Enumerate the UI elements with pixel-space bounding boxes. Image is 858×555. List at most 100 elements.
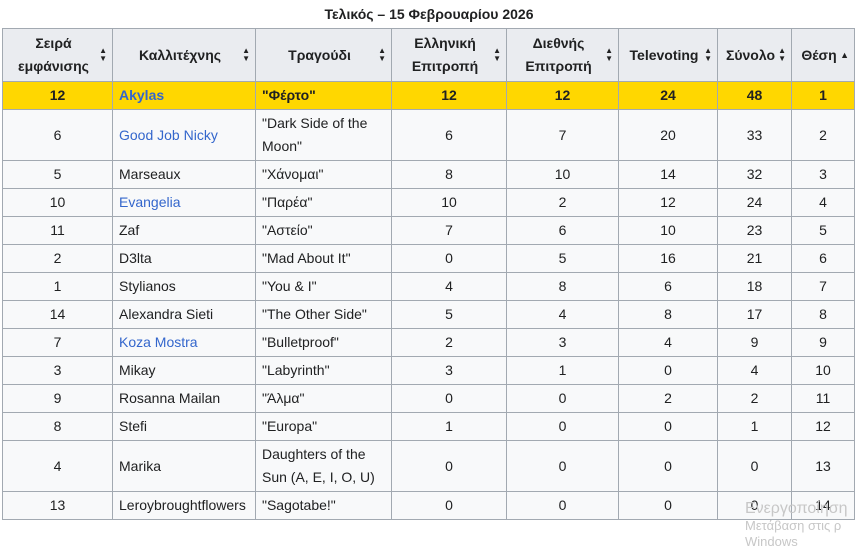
table-row: 8 Stefi "Europa" 1 0 0 1 12 xyxy=(2,412,855,441)
cell-televoting: 24 xyxy=(618,81,718,110)
cell-international-jury: 6 xyxy=(506,216,619,245)
cell-greek-jury: 2 xyxy=(391,328,507,357)
cell-song: "Φέρτο" xyxy=(255,81,392,110)
sort-icon[interactable]: ▲ ▼ xyxy=(704,47,712,63)
sort-icon[interactable]: ▲ ▼ xyxy=(778,47,786,63)
cell-place: 2 xyxy=(791,109,855,161)
cell-international-jury: 0 xyxy=(506,412,619,441)
table-row: 14 Alexandra Sieti "The Other Side" 5 4 8 17 8 xyxy=(2,300,855,329)
cell-total: 18 xyxy=(717,272,792,301)
cell-place: 11 xyxy=(791,384,855,413)
cell-greek-jury: 12 xyxy=(391,81,507,110)
table-body: 12 Akylas "Φέρτο" 12 12 24 48 1 6 Good Job Nicky "… xyxy=(2,81,855,520)
cell-international-jury: 1 xyxy=(506,356,619,385)
table-row: 1 Stylianos "You & I" 4 8 6 18 7 xyxy=(2,272,855,301)
column-header-order[interactable]: Σειρά εμφάνισης ▲ ▼ xyxy=(2,28,113,82)
cell-international-jury: 7 xyxy=(506,109,619,161)
cell-greek-jury: 0 xyxy=(391,440,507,492)
cell-international-jury: 10 xyxy=(506,160,619,189)
cell-televoting: 4 xyxy=(618,328,718,357)
cell-televoting: 8 xyxy=(618,300,718,329)
cell-artist: Alexandra Sieti xyxy=(112,300,256,329)
column-header-international-jury[interactable]: Διεθνής Επιτροπή ▲ ▼ xyxy=(506,28,619,82)
column-header-label: Διεθνής Επιτροπή xyxy=(525,35,592,74)
column-header-label: Καλλιτέχνης xyxy=(138,46,222,63)
cell-artist: Leroybroughtflowers xyxy=(112,491,256,520)
cell-order: 10 xyxy=(2,188,113,217)
sort-icon[interactable]: ▲ ▼ xyxy=(605,47,613,63)
windows-activation-watermark: Ενεργοποίηση Μετάβαση στις ρ Windows xyxy=(745,500,848,550)
cell-place: 6 xyxy=(791,244,855,273)
results-table: Σειρά εμφάνισης ▲ ▼ Καλλιτέχνης ▲ ▼ Τραγούδι ▲ ▼… xyxy=(2,28,855,520)
cell-televoting: 0 xyxy=(618,440,718,492)
sort-icon[interactable]: ▲ ▼ xyxy=(493,47,501,63)
artist-link[interactable]: Good Job Nicky xyxy=(119,127,218,143)
cell-international-jury: 0 xyxy=(506,384,619,413)
cell-total: 17 xyxy=(717,300,792,329)
cell-song: "Mad About It" xyxy=(255,244,392,273)
table-row: 11 Zaf "Αστείο" 7 6 10 23 5 xyxy=(2,216,855,245)
cell-artist: Zaf xyxy=(112,216,256,245)
cell-total: 2 xyxy=(717,384,792,413)
column-header-artist[interactable]: Καλλιτέχνης ▲ ▼ xyxy=(112,28,256,82)
cell-artist: Marseaux xyxy=(112,160,256,189)
cell-place: 4 xyxy=(791,188,855,217)
cell-order: 7 xyxy=(2,328,113,357)
column-header-place[interactable]: Θέση ▲ xyxy=(791,28,855,82)
cell-song: "Παρέα" xyxy=(255,188,392,217)
cell-artist: Stefi xyxy=(112,412,256,441)
cell-artist: Koza Mostra xyxy=(112,328,256,357)
cell-song: "Labyrinth" xyxy=(255,356,392,385)
column-header-televoting[interactable]: Televoting ▲ ▼ xyxy=(618,28,718,82)
cell-order: 1 xyxy=(2,272,113,301)
cell-international-jury: 4 xyxy=(506,300,619,329)
cell-international-jury: 12 xyxy=(506,81,619,110)
cell-greek-jury: 8 xyxy=(391,160,507,189)
cell-international-jury: 5 xyxy=(506,244,619,273)
table-row: 9 Rosanna Mailan "Άλμα" 0 0 2 2 11 xyxy=(2,384,855,413)
cell-greek-jury: 0 xyxy=(391,491,507,520)
sort-icon[interactable]: ▲ ▼ xyxy=(99,47,107,63)
column-header-total[interactable]: Σύνολο ▲ ▼ xyxy=(717,28,792,82)
cell-artist: Stylianos xyxy=(112,272,256,301)
cell-artist: Akylas xyxy=(112,81,256,110)
cell-greek-jury: 7 xyxy=(391,216,507,245)
cell-place: 13 xyxy=(791,440,855,492)
cell-greek-jury: 6 xyxy=(391,109,507,161)
column-header-label: Ελληνική Επιτροπή xyxy=(411,35,479,74)
watermark-line-1: Ενεργοποίηση xyxy=(745,500,848,517)
cell-greek-jury: 10 xyxy=(391,188,507,217)
cell-order: 14 xyxy=(2,300,113,329)
cell-song: Daughters of the Sun (A, E, I, O, U) xyxy=(255,440,392,492)
cell-televoting: 20 xyxy=(618,109,718,161)
column-header-label: Σύνολο xyxy=(725,46,776,63)
artist-link[interactable]: Evangelia xyxy=(119,194,181,210)
cell-song: "Sagotabe!" xyxy=(255,491,392,520)
cell-international-jury: 0 xyxy=(506,491,619,520)
cell-song: "Dark Side of the Moon" xyxy=(255,109,392,161)
cell-order: 13 xyxy=(2,491,113,520)
column-header-song[interactable]: Τραγούδι ▲ ▼ xyxy=(255,28,392,82)
cell-total: 4 xyxy=(717,356,792,385)
table-row-winner: 12 Akylas "Φέρτο" 12 12 24 48 1 xyxy=(2,81,855,110)
cell-song: "The Other Side" xyxy=(255,300,392,329)
artist-link[interactable]: Koza Mostra xyxy=(119,334,198,350)
cell-total: 1 xyxy=(717,412,792,441)
sort-icon[interactable]: ▲ ▼ xyxy=(378,47,386,63)
sort-icon[interactable]: ▲ ▼ xyxy=(242,47,250,63)
column-header-greek-jury[interactable]: Ελληνική Επιτροπή ▲ ▼ xyxy=(391,28,507,82)
sort-ascending-icon[interactable]: ▲ xyxy=(840,51,849,60)
cell-order: 8 xyxy=(2,412,113,441)
artist-link[interactable]: Akylas xyxy=(119,87,164,103)
cell-order: 12 xyxy=(2,81,113,110)
watermark-line-3: Windows xyxy=(745,534,798,549)
cell-televoting: 16 xyxy=(618,244,718,273)
cell-greek-jury: 1 xyxy=(391,412,507,441)
cell-order: 6 xyxy=(2,109,113,161)
cell-order: 3 xyxy=(2,356,113,385)
cell-total: 32 xyxy=(717,160,792,189)
cell-artist: Rosanna Mailan xyxy=(112,384,256,413)
cell-place: 9 xyxy=(791,328,855,357)
cell-song: "Europa" xyxy=(255,412,392,441)
cell-place: 5 xyxy=(791,216,855,245)
